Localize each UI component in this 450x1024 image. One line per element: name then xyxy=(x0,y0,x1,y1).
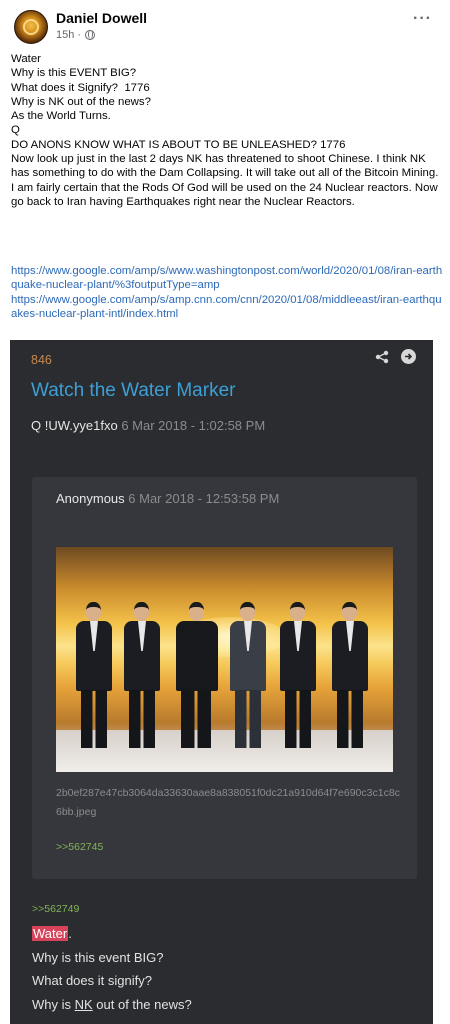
post-header: Daniel Dowell 15h · ··· xyxy=(10,6,440,46)
body-line: DO ANONS KNOW WHAT IS ABOUT TO BE UNLEAS… xyxy=(11,138,346,151)
body-line: Why is this EVENT BIG? xyxy=(11,67,137,80)
post-title: Watch the Water Marker xyxy=(31,380,236,401)
body-line: What does it Signify? 1776 xyxy=(11,81,150,94)
person-figure xyxy=(278,602,318,752)
body-paragraph: Now look up just in the last 2 days NK h… xyxy=(11,153,439,208)
nk-underlined: NK xyxy=(74,996,93,1012)
post-body: Water Why is this EVENT BIG? What does i… xyxy=(11,52,443,209)
post-links: https://www.google.com/amp/s/www.washing… xyxy=(11,264,443,321)
person-figure xyxy=(174,602,220,752)
post-meta: Q !UW.yye1fxo 6 Mar 2018 - 1:02:58 PM xyxy=(31,418,265,433)
reply-line-1: Water. xyxy=(32,922,192,946)
qdrop-screenshot: 846 Watch the Water Marker Q !UW.yye1fxo… xyxy=(10,340,433,1024)
person-figure xyxy=(74,602,114,752)
post-number: 846 xyxy=(31,353,52,367)
quoted-image[interactable] xyxy=(56,547,393,772)
facebook-post: Daniel Dowell 15h · ··· Water Why is thi… xyxy=(0,0,450,340)
post-time-text: 15h · xyxy=(56,29,82,41)
share-icon[interactable] xyxy=(375,350,389,364)
cnn-link[interactable]: https://www.google.com/amp/s/amp.cnn.com… xyxy=(11,293,443,322)
reply-line-4-suffix: out of the news? xyxy=(92,996,192,1012)
person-figure xyxy=(330,602,370,752)
avatar[interactable] xyxy=(14,10,48,44)
image-filename[interactable]: 2b0ef287e47cb3064da33630aae8a838051f0dc2… xyxy=(56,784,401,822)
quoted-reply-link[interactable]: >>562745 xyxy=(56,841,103,853)
quoted-date: 6 Mar 2018 - 12:53:58 PM xyxy=(128,491,280,506)
more-options-button[interactable]: ··· xyxy=(413,10,432,28)
reply-line-4-prefix: Why is xyxy=(32,996,75,1012)
person-figure xyxy=(122,602,162,752)
tripcode: !UW.yye1fxo xyxy=(44,418,118,433)
body-line: Q xyxy=(11,124,20,137)
poster-name: Q xyxy=(31,418,42,433)
reply-line-2: Why is this event BIG? xyxy=(32,949,164,965)
post-timestamp[interactable]: 15h · xyxy=(56,29,96,41)
body-line: Why is NK out of the news? xyxy=(11,95,151,108)
globe-icon xyxy=(85,30,96,40)
quoted-post: Anonymous 6 Mar 2018 - 12:53:58 PM 2b0ef… xyxy=(32,477,417,879)
person-figure xyxy=(228,602,268,752)
body-line: Water xyxy=(11,53,41,65)
reply-link[interactable]: >>562749 xyxy=(32,903,79,915)
arrow-right-icon[interactable] xyxy=(401,349,416,364)
highlighted-word: Water xyxy=(32,926,69,941)
washington-post-link[interactable]: https://www.google.com/amp/s/www.washing… xyxy=(11,264,443,293)
quoted-meta: Anonymous 6 Mar 2018 - 12:53:58 PM xyxy=(56,491,279,506)
reply-line-3: What does it signify? xyxy=(32,973,152,988)
author-name[interactable]: Daniel Dowell xyxy=(56,10,147,26)
quoted-name: Anonymous xyxy=(56,491,125,506)
post-date: 6 Mar 2018 - 1:02:58 PM xyxy=(121,418,266,433)
body-line: As the World Turns. xyxy=(11,110,111,123)
reply-line-4: Why is NK out of the news? xyxy=(32,993,192,1017)
period: . xyxy=(68,926,72,941)
reply-text: Water. Why is this event BIG? What does … xyxy=(32,922,192,1016)
